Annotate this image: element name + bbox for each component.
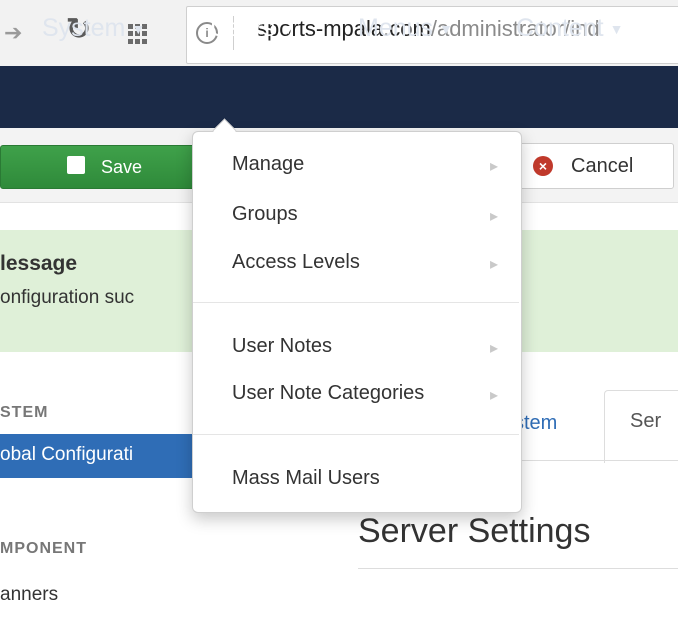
nav-system-label: System (42, 14, 126, 42)
nav-content[interactable]: Content ▼ (516, 14, 623, 43)
sidebar-item-label: obal Configurati (0, 444, 134, 465)
admin-navbar (0, 66, 678, 128)
menu-item-groups[interactable]: Groups (232, 203, 298, 226)
cancel-button[interactable]: × Cancel (518, 143, 674, 189)
nav-menus-label: Menus (358, 14, 434, 42)
users-dropdown-menu (192, 131, 522, 513)
sidebar-heading-system: STEM (0, 404, 49, 421)
chevron-right-icon: ▸ (490, 256, 499, 273)
menu-item-user-notes[interactable]: User Notes (232, 335, 332, 358)
nav-content-label: Content (516, 14, 604, 42)
chevron-right-icon: ▸ (490, 208, 499, 225)
page-title: Server Settings (358, 512, 591, 550)
caret-down-icon: ▼ (281, 21, 296, 38)
chevron-right-icon: ▸ (490, 158, 499, 175)
nav-users-label: Users (210, 14, 276, 42)
caret-down-icon: ▼ (609, 21, 624, 38)
save-button[interactable]: Save (0, 145, 202, 189)
menu-item-manage[interactable]: Manage (232, 153, 304, 176)
caret-down-icon: ▼ (439, 21, 453, 38)
save-button-label: Save (101, 157, 143, 177)
sidebar-item-banners[interactable]: anners (0, 584, 58, 606)
nav-menus[interactable]: Menus ▼ (358, 14, 453, 43)
nav-system[interactable]: System ▼ (42, 14, 145, 43)
chevron-right-icon: ▸ (490, 340, 499, 357)
message-title: lessage (0, 252, 78, 275)
nav-users[interactable]: Users ▼ (210, 14, 295, 43)
message-text: onfiguration suc (0, 287, 135, 308)
chevron-right-icon: ▸ (490, 387, 499, 404)
menu-item-user-note-categories[interactable]: User Note Categories (232, 382, 424, 405)
caret-down-icon: ▼ (131, 21, 146, 38)
cancel-button-label: Cancel (571, 155, 634, 177)
menu-item-mass-mail-users[interactable]: Mass Mail Users (232, 467, 380, 490)
menu-divider (193, 434, 519, 435)
tab-server-label[interactable]: Ser (630, 410, 661, 433)
menu-divider (193, 302, 519, 303)
edit-icon (67, 156, 85, 174)
forward-arrow-icon[interactable]: ➔ (4, 20, 22, 46)
menu-item-access-levels[interactable]: Access Levels (232, 251, 360, 274)
section-divider (358, 568, 678, 569)
cancel-icon: × (533, 156, 553, 176)
sidebar-heading-component: MPONENT (0, 540, 87, 557)
